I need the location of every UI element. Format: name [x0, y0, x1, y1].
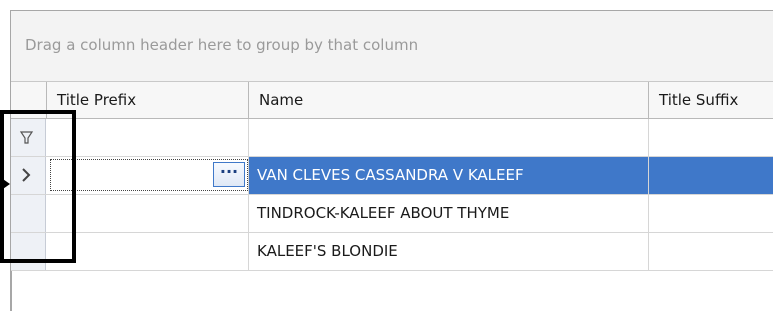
group-by-hint: Drag a column header here to group by th…	[25, 36, 419, 54]
column-header-title-suffix[interactable]: Title Suffix	[649, 82, 773, 118]
table-row[interactable]: KALEEF'S BLONDIE	[11, 233, 773, 271]
cell-title-suffix[interactable]	[649, 233, 773, 270]
table-row[interactable]: ··· VAN CLEVES CASSANDRA V KALEEF	[11, 157, 773, 195]
annotation-arrow-icon	[0, 177, 10, 191]
cell-title-suffix[interactable]	[649, 157, 773, 194]
table-row[interactable]: TINDROCK-KALEEF ABOUT THYME	[11, 195, 773, 233]
annotation-highlight-box	[0, 110, 76, 263]
cell-name[interactable]: VAN CLEVES CASSANDRA V KALEEF	[249, 157, 649, 194]
grid-left-border	[11, 271, 12, 311]
grid-screen: Drag a column header here to group by th…	[0, 0, 773, 311]
cell-name[interactable]: KALEEF'S BLONDIE	[249, 233, 649, 270]
cell-title-prefix[interactable]	[46, 195, 249, 232]
group-by-panel[interactable]: Drag a column header here to group by th…	[11, 11, 773, 82]
ellipsis-button[interactable]: ···	[213, 162, 245, 187]
cell-title-prefix[interactable]	[46, 233, 249, 270]
filter-cell-title-suffix[interactable]	[649, 119, 773, 156]
cell-title-suffix[interactable]	[649, 195, 773, 232]
data-grid: Drag a column header here to group by th…	[10, 10, 773, 311]
cell-title-prefix[interactable]: ···	[46, 157, 249, 194]
column-header-row: Title Prefix Name Title Suffix	[11, 82, 773, 119]
filter-cell-name[interactable]	[249, 119, 649, 156]
filter-row	[11, 119, 773, 157]
filter-cell-title-prefix[interactable]	[46, 119, 249, 156]
cell-name[interactable]: TINDROCK-KALEEF ABOUT THYME	[249, 195, 649, 232]
column-header-name[interactable]: Name	[249, 82, 649, 118]
column-header-title-prefix[interactable]: Title Prefix	[47, 82, 249, 118]
